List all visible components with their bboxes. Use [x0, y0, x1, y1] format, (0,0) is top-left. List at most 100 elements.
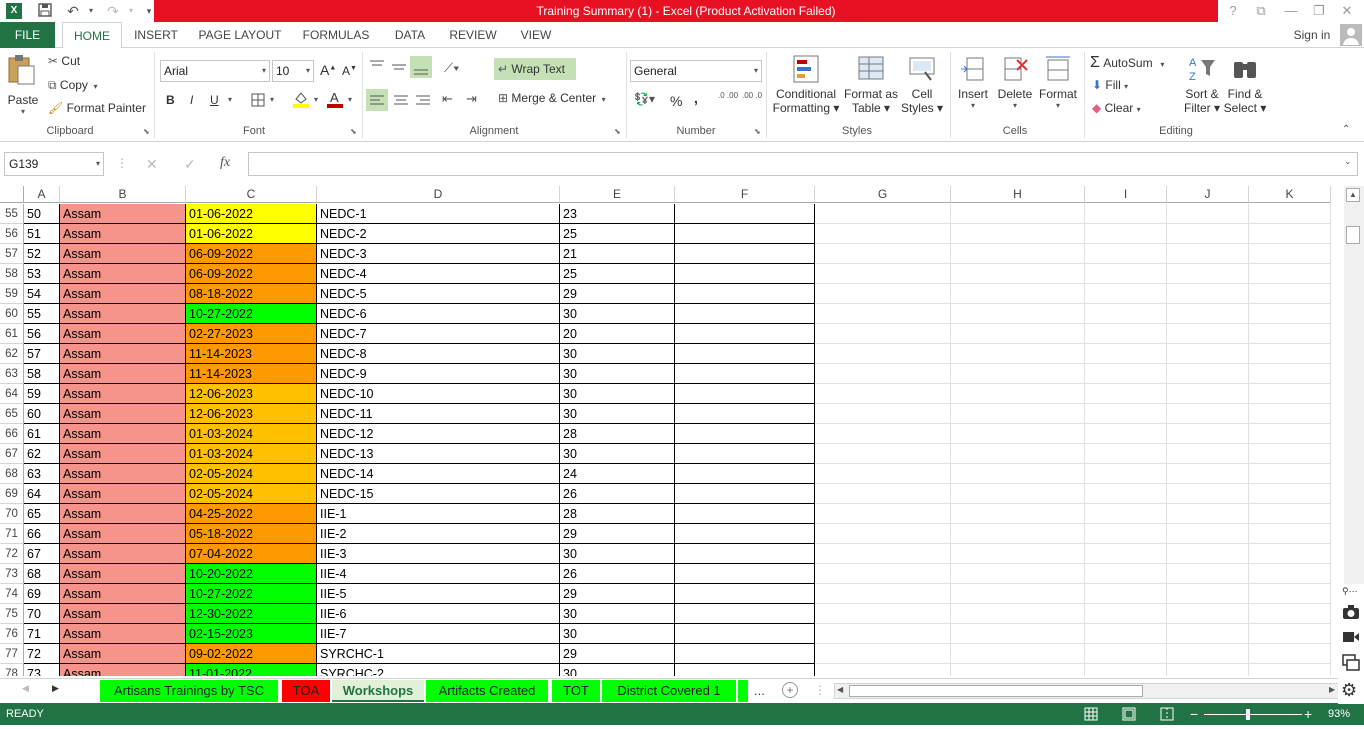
cell-empty[interactable]: [1167, 384, 1249, 404]
font-size-combo[interactable]: 10 ▾: [272, 60, 314, 82]
cell-serial[interactable]: 53: [24, 264, 60, 284]
row-header[interactable]: 62: [0, 344, 24, 364]
align-right-icon[interactable]: [412, 89, 434, 114]
tab-data[interactable]: DATA: [388, 22, 432, 48]
cell-state[interactable]: Assam: [60, 324, 186, 344]
cell-empty[interactable]: [951, 664, 1085, 676]
cell-empty[interactable]: [675, 424, 815, 444]
borders-dropdown-icon[interactable]: ▾: [270, 95, 274, 104]
toolbar-menu-icon[interactable]: ⚲⋯: [1342, 586, 1358, 597]
cell-participants[interactable]: 30: [560, 304, 675, 324]
cell-date[interactable]: 05-18-2022: [186, 524, 317, 544]
cell-empty[interactable]: [815, 384, 951, 404]
cell-empty[interactable]: [815, 304, 951, 324]
cell-participants[interactable]: 23: [560, 204, 675, 224]
cell-empty[interactable]: [1167, 284, 1249, 304]
sheet-tab[interactable]: Workshops: [332, 680, 424, 702]
cell-state[interactable]: Assam: [60, 404, 186, 424]
cell-empty[interactable]: [1085, 364, 1167, 384]
cell-empty[interactable]: [1085, 544, 1167, 564]
video-icon[interactable]: [1342, 630, 1360, 647]
tab-page-layout[interactable]: PAGE LAYOUT: [196, 22, 284, 48]
cell-empty[interactable]: [1167, 324, 1249, 344]
cell-empty[interactable]: [951, 544, 1085, 564]
cell-empty[interactable]: [951, 244, 1085, 264]
column-header-e[interactable]: E: [560, 186, 675, 203]
help-button[interactable]: ?: [1222, 2, 1244, 20]
horizontal-scroll-thumb[interactable]: [849, 685, 1143, 697]
font-name-combo[interactable]: Arial ▾: [160, 60, 270, 82]
cell-empty[interactable]: [1085, 604, 1167, 624]
fill-button[interactable]: ⬇ Fill ▾: [1092, 78, 1128, 92]
cell-state[interactable]: Assam: [60, 284, 186, 304]
cell-participants[interactable]: 30: [560, 364, 675, 384]
cell-date[interactable]: 02-27-2023: [186, 324, 317, 344]
cell-participants[interactable]: 24: [560, 464, 675, 484]
cell-workshop-code[interactable]: NEDC-11: [317, 404, 560, 424]
format-painter-button[interactable]: 🖌 Format Painter: [48, 101, 146, 115]
cell-state[interactable]: Assam: [60, 484, 186, 504]
cell-participants[interactable]: 30: [560, 624, 675, 644]
align-center-icon[interactable]: [390, 89, 412, 114]
cell-empty[interactable]: [951, 624, 1085, 644]
cell-workshop-code[interactable]: NEDC-4: [317, 264, 560, 284]
cell-state[interactable]: Assam: [60, 464, 186, 484]
cell-workshop-code[interactable]: NEDC-3: [317, 244, 560, 264]
scroll-left-arrow-icon[interactable]: ◀: [837, 685, 843, 694]
cell-empty[interactable]: [951, 204, 1085, 224]
cell-empty[interactable]: [1085, 564, 1167, 584]
cell-workshop-code[interactable]: NEDC-7: [317, 324, 560, 344]
cell-empty[interactable]: [951, 564, 1085, 584]
cell-serial[interactable]: 56: [24, 324, 60, 344]
cell-workshop-code[interactable]: IIE-7: [317, 624, 560, 644]
redo-dropdown-icon[interactable]: ▾: [122, 2, 140, 20]
cell-empty[interactable]: [675, 444, 815, 464]
cell-empty[interactable]: [815, 284, 951, 304]
cell-empty[interactable]: [675, 264, 815, 284]
cell-workshop-code[interactable]: IIE-5: [317, 584, 560, 604]
maximize-button[interactable]: ❐: [1308, 2, 1330, 20]
cell-serial[interactable]: 58: [24, 364, 60, 384]
cell-empty[interactable]: [675, 324, 815, 344]
cell-empty[interactable]: [951, 264, 1085, 284]
column-header-d[interactable]: D: [317, 186, 560, 203]
cell-empty[interactable]: [815, 204, 951, 224]
undo-icon[interactable]: ↶: [64, 2, 82, 20]
row-header[interactable]: 70: [0, 504, 24, 524]
cell-empty[interactable]: [675, 484, 815, 504]
cell-state[interactable]: Assam: [60, 244, 186, 264]
cell-date[interactable]: 08-18-2022: [186, 284, 317, 304]
cell-date[interactable]: 12-06-2023: [186, 404, 317, 424]
cell-participants[interactable]: 30: [560, 404, 675, 424]
cell-empty[interactable]: [1167, 344, 1249, 364]
cell-empty[interactable]: [1085, 204, 1167, 224]
tab-formulas[interactable]: FORMULAS: [298, 22, 374, 48]
cell-workshop-code[interactable]: SYRCHC-2: [317, 664, 560, 676]
formula-input[interactable]: [248, 152, 1358, 176]
cell-serial[interactable]: 72: [24, 644, 60, 664]
cell-empty[interactable]: [675, 564, 815, 584]
cell-participants[interactable]: 30: [560, 344, 675, 364]
cell-serial[interactable]: 67: [24, 544, 60, 564]
cell-participants[interactable]: 20: [560, 324, 675, 344]
cell-empty[interactable]: [815, 364, 951, 384]
cell-workshop-code[interactable]: NEDC-12: [317, 424, 560, 444]
cell-empty[interactable]: [1085, 644, 1167, 664]
cell-serial[interactable]: 55: [24, 304, 60, 324]
column-header-f[interactable]: F: [675, 186, 815, 203]
camera-icon[interactable]: [1342, 604, 1360, 623]
cell-serial[interactable]: 70: [24, 604, 60, 624]
fill-color-icon[interactable]: [292, 90, 310, 111]
cell-empty[interactable]: [675, 464, 815, 484]
cell-empty[interactable]: [1167, 504, 1249, 524]
row-header[interactable]: 69: [0, 484, 24, 504]
cell-state[interactable]: Assam: [60, 364, 186, 384]
cell-empty[interactable]: [815, 444, 951, 464]
fill-color-dropdown-icon[interactable]: ▾: [314, 95, 318, 104]
cell-participants[interactable]: 25: [560, 224, 675, 244]
cell-empty[interactable]: [1249, 244, 1331, 264]
cell-participants[interactable]: 30: [560, 604, 675, 624]
cell-serial[interactable]: 59: [24, 384, 60, 404]
cell-date[interactable]: 01-06-2022: [186, 204, 317, 224]
cell-participants[interactable]: 29: [560, 584, 675, 604]
